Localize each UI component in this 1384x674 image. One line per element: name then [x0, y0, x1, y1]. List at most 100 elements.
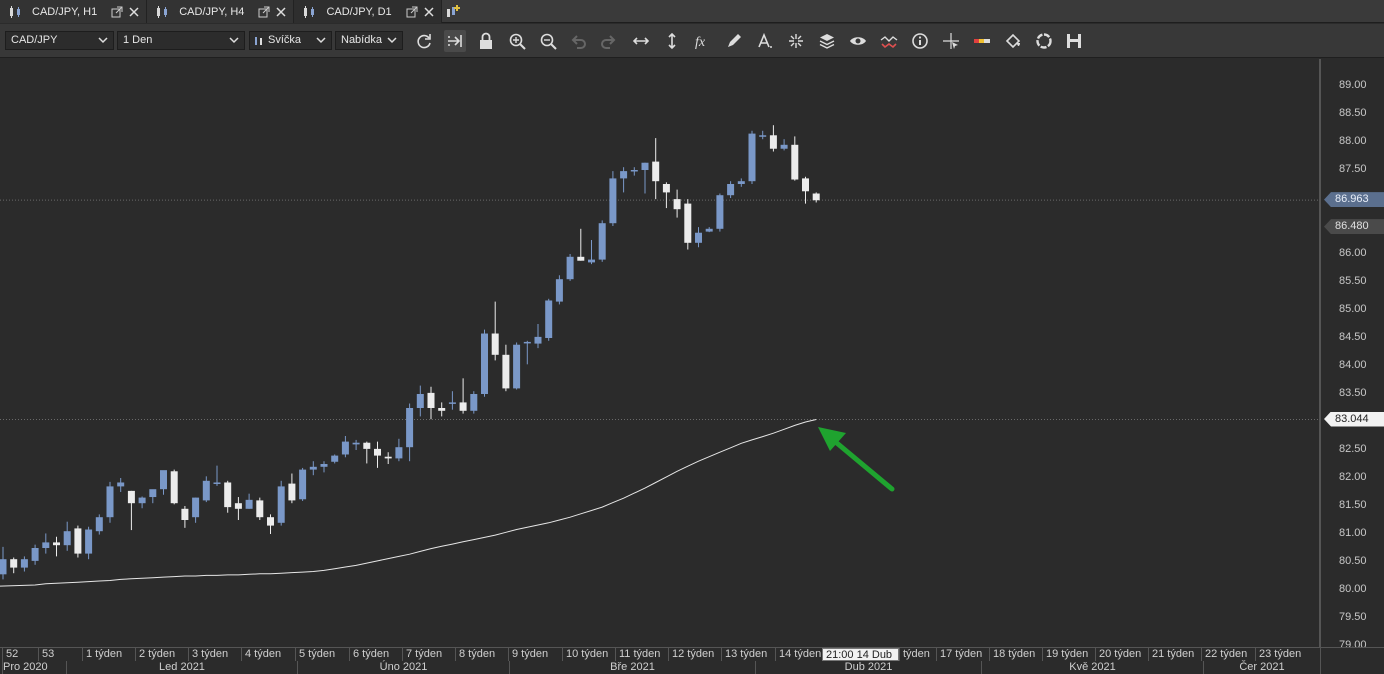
- template-button[interactable]: [1033, 30, 1055, 52]
- candle-body: [384, 456, 392, 459]
- horizontal-line-button[interactable]: [630, 30, 652, 52]
- chart-type-select[interactable]: Svíčka: [249, 31, 332, 50]
- layers-button[interactable]: [816, 30, 838, 52]
- candle-body: [427, 392, 435, 408]
- candle-body: [74, 528, 82, 554]
- candle-body: [448, 402, 456, 404]
- close-icon[interactable]: [423, 6, 435, 18]
- candle-body: [10, 559, 18, 568]
- refresh-button[interactable]: [413, 30, 435, 52]
- candle-body: [598, 223, 606, 260]
- indicator-fx-icon: fx: [695, 35, 706, 50]
- vertical-line-button[interactable]: [661, 30, 683, 52]
- price-type-value: Nabídka: [341, 34, 382, 46]
- chevron-down-icon: [316, 37, 326, 44]
- week-label: 14 týden: [775, 648, 822, 661]
- signal-icon: [880, 36, 898, 49]
- candle-body: [769, 135, 777, 149]
- color-scheme-button[interactable]: [971, 30, 993, 52]
- crosshair-button[interactable]: [785, 30, 807, 52]
- chart-area[interactable]: [0, 59, 1320, 647]
- candle-body: [662, 184, 670, 193]
- signal-button[interactable]: [878, 30, 900, 52]
- shift-chart-button[interactable]: [444, 30, 466, 52]
- cursor-button[interactable]: [940, 30, 962, 52]
- candlestick-icon: [157, 5, 168, 18]
- visibility-button[interactable]: [847, 30, 869, 52]
- month-label: Čer 2021: [1203, 661, 1320, 674]
- fill-button[interactable]: [1002, 30, 1024, 52]
- week-label: 53: [38, 648, 82, 661]
- time-axis[interactable]: 52 53 1 týden 2 týden 3 týden 4 týden 5 týden 6…: [0, 647, 1320, 674]
- tab-cadjpy-h4[interactable]: CAD/JPY, H4: [147, 0, 295, 23]
- zoom-in-button[interactable]: [506, 30, 528, 52]
- draw-button[interactable]: [723, 30, 745, 52]
- candle-body: [288, 483, 296, 501]
- popout-icon[interactable]: [406, 6, 418, 18]
- week-label: 13 týden: [721, 648, 775, 661]
- price-chart[interactable]: [0, 59, 1320, 647]
- price-tick-label: 81.50: [1339, 499, 1367, 511]
- color-bar-icon: [974, 39, 990, 43]
- chevron-down-icon: [229, 37, 239, 44]
- price-type-select[interactable]: Nabídka: [335, 31, 403, 50]
- close-icon[interactable]: [128, 6, 140, 18]
- candle-body: [160, 470, 167, 490]
- candle-body: [341, 441, 349, 455]
- candle-body: [459, 402, 467, 411]
- candle-body: [277, 486, 285, 523]
- tab-cadjpy-h1[interactable]: CAD/JPY, H1: [0, 0, 148, 23]
- info-button[interactable]: [909, 30, 931, 52]
- candle-body: [716, 195, 724, 229]
- popout-icon[interactable]: [111, 6, 123, 18]
- month-label: Kvě 2021: [981, 661, 1203, 674]
- candle-body: [727, 184, 735, 196]
- refresh-icon: [417, 34, 431, 49]
- candle-body: [63, 531, 71, 546]
- lock-button[interactable]: [475, 30, 497, 52]
- save-button[interactable]: [1063, 30, 1085, 52]
- candle-body: [748, 133, 756, 182]
- eye-icon: [850, 37, 866, 45]
- info-icon: [912, 33, 928, 49]
- candle-body: [545, 300, 553, 338]
- week-label: 52: [2, 648, 38, 661]
- price-tick-label: 81.00: [1339, 527, 1367, 539]
- period-select[interactable]: 1 Den: [117, 31, 245, 50]
- close-icon[interactable]: [275, 6, 287, 18]
- add-chart-icon: [446, 4, 460, 17]
- candle-body: [481, 333, 488, 394]
- candle-body: [309, 466, 317, 470]
- cursor-cross-icon: [943, 33, 959, 49]
- price-axis[interactable]: 89.0088.5088.0087.5087.0086.5086.0085.50…: [1320, 59, 1384, 651]
- candlestick-icon: [255, 37, 262, 45]
- price-tick-label: 79.50: [1339, 611, 1367, 623]
- tab-label: CAD/JPY, D1: [326, 5, 392, 18]
- week-label: 4 týden: [241, 648, 295, 661]
- tab-cadjpy-d1[interactable]: CAD/JPY, D1: [294, 0, 442, 23]
- popout-icon[interactable]: [258, 6, 270, 18]
- zoom-out-button[interactable]: [537, 30, 559, 52]
- candle-body: [224, 482, 232, 508]
- week-label: 3 týden: [188, 648, 241, 661]
- symbol-select[interactable]: CAD/JPY: [5, 31, 114, 50]
- toolbar: CAD/JPY 1 Den Svíčka Nabídka fx: [0, 24, 1384, 58]
- tab-label: CAD/JPY, H1: [32, 5, 98, 18]
- axis-corner: [1320, 647, 1384, 674]
- last-price-marker: 86.963: [1324, 192, 1384, 208]
- chevron-down-icon: [98, 37, 108, 44]
- price-tick-label: 86.00: [1339, 247, 1367, 259]
- annotation-arrow: [818, 427, 895, 492]
- candle-body: [406, 408, 414, 448]
- candle-body: [695, 232, 702, 243]
- new-chart-tab-button[interactable]: [442, 0, 464, 23]
- candle-body: [149, 489, 157, 498]
- indicators-button[interactable]: fx: [692, 30, 714, 52]
- candle-body: [534, 336, 542, 344]
- week-label: 1 týden: [82, 648, 135, 661]
- week-label: 9 týden: [508, 648, 562, 661]
- undo-button[interactable]: [567, 30, 589, 52]
- week-label: týden: [899, 648, 936, 661]
- redo-button[interactable]: [598, 30, 620, 52]
- text-button[interactable]: [754, 30, 776, 52]
